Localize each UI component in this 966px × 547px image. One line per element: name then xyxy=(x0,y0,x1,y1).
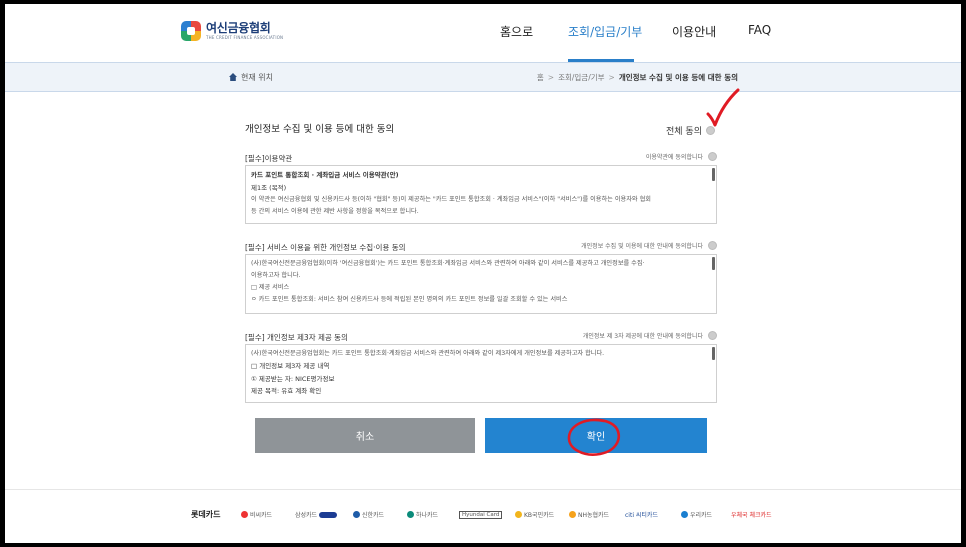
third-party-section-title: [필수] 개인정보 제3자 제공 동의 xyxy=(245,333,348,342)
current-location-label: 현재 위치 xyxy=(241,73,273,82)
kb-card-logo[interactable]: KB국민카드 xyxy=(515,510,569,519)
site-logo[interactable]: 여신금융협회 THE CREDIT FINANCE ASSOCIATION xyxy=(181,21,283,41)
terms-line: ㅇ 카드 포인트 통합조회: 서비스 참여 신용카드사 등에 적립된 본인 명의… xyxy=(251,296,568,304)
samsung-card-logo[interactable]: 삼성카드 xyxy=(295,510,353,519)
footer: 롯데카드 비씨카드 삼성카드 신한카드 하나카드 Hyundai Card KB… xyxy=(5,489,961,543)
scrollbar-thumb[interactable] xyxy=(712,257,715,270)
terms-line: □ 개인정보 제3자 제공 내역 xyxy=(251,362,330,371)
bc-card-label: 비씨카드 xyxy=(250,512,273,519)
third-party-agree-label: 개인정보 제 3자 제공에 대한 안내에 동의합니다 xyxy=(582,333,703,340)
nh-card-icon xyxy=(569,511,576,518)
breadcrumb-inquiry[interactable]: 조회/입금/기부 xyxy=(558,73,604,82)
hana-card-logo[interactable]: 하나카드 xyxy=(407,510,459,519)
privacy-collection-section-heading: [필수] 서비스 이용을 위한 개인정보 수집·이용 동의 개인정보 수집 및 … xyxy=(245,241,717,253)
shinhan-card-logo[interactable]: 신한카드 xyxy=(353,510,407,519)
terms-line: 이 약관은 여신금융협회 및 신용카드사 등(이하 "협회" 등)이 제공하는 … xyxy=(251,196,651,204)
privacy-collection-agree-toggle[interactable]: 개인정보 수집 및 이용에 대한 안내에 동의합니다 xyxy=(581,241,717,250)
kb-card-icon xyxy=(515,511,522,518)
post-office-card-label: 우체국 체크카드 xyxy=(731,512,772,519)
scrollbar-thumb[interactable] xyxy=(712,347,715,360)
hyundai-card-label: Hyundai Card xyxy=(459,510,503,519)
logo-english-name: THE CREDIT FINANCE ASSOCIATION xyxy=(206,35,284,40)
shinhan-card-icon xyxy=(353,511,360,518)
home-icon xyxy=(229,73,237,81)
terms-textbox[interactable]: 카드 포인트 통합조회 · 계좌입금 서비스 이용약관(안) 제1조 (목적) … xyxy=(245,165,717,224)
third-party-agree-radio[interactable] xyxy=(708,331,717,340)
samsung-logo-icon xyxy=(319,511,338,518)
terms-section-title: [필수]이용약관 xyxy=(245,154,293,163)
third-party-agree-toggle[interactable]: 개인정보 제 3자 제공에 대한 안내에 동의합니다 xyxy=(583,331,717,340)
terms-line: □ 제공 서비스 xyxy=(251,284,290,292)
breadcrumb-separator: > xyxy=(608,73,615,82)
breadcrumb: 홈 > 조회/입금/기부 > 개인정보 수집 및 이용 등에 대한 동의 xyxy=(537,72,738,83)
site-header: 여신금융협회 THE CREDIT FINANCE ASSOCIATION 홈으… xyxy=(5,4,961,62)
terms-section-heading: [필수]이용약관 이용약관에 동의합니다 xyxy=(245,152,717,164)
privacy-collection-agree-radio[interactable] xyxy=(708,241,717,250)
nh-card-label: NH농협카드 xyxy=(578,512,610,519)
terms-line: 제공 목적: 유효 계좌 확인 xyxy=(251,387,322,396)
citi-card-label: citi 씨티카드 xyxy=(625,512,658,519)
logo-name: 여신금융협회 xyxy=(206,21,271,35)
bc-card-icon xyxy=(241,511,248,518)
shinhan-card-label: 신한카드 xyxy=(362,512,385,519)
bc-card-logo[interactable]: 비씨카드 xyxy=(241,510,295,519)
terms-agree-toggle[interactable]: 이용약관에 동의합니다 xyxy=(646,152,717,161)
card-company-logos: 롯데카드 비씨카드 삼성카드 신한카드 하나카드 Hyundai Card KB… xyxy=(191,509,772,520)
third-party-textbox[interactable]: (사)한국여신전문금융업협회는 카드 포인트 통합조회·계좌입금 서비스와 관련… xyxy=(245,344,717,403)
woori-card-logo[interactable]: 우리카드 xyxy=(681,510,731,519)
browser-page: 여신금융협회 THE CREDIT FINANCE ASSOCIATION 홈으… xyxy=(5,4,961,543)
nav-faq[interactable]: FAQ xyxy=(748,23,771,37)
woori-card-icon xyxy=(681,511,688,518)
breadcrumb-home[interactable]: 홈 xyxy=(537,73,544,82)
nav-home[interactable]: 홈으로 xyxy=(500,23,533,40)
terms-line: ① 제공받는 자: NICE평가정보 xyxy=(251,374,335,383)
nav-guide[interactable]: 이용안내 xyxy=(672,23,716,40)
woori-card-label: 우리카드 xyxy=(690,512,713,519)
cancel-button[interactable]: 취소 xyxy=(255,418,475,453)
circle-annotation-icon xyxy=(567,418,620,456)
nav-inquiry-deposit-donation[interactable]: 조회/입금/기부 xyxy=(568,23,642,40)
samsung-card-label: 삼성카드 xyxy=(295,512,318,519)
all-agree-label: 전체 동의 xyxy=(666,127,702,137)
terms-agree-radio[interactable] xyxy=(708,152,717,161)
hana-card-icon xyxy=(407,511,414,518)
privacy-collection-section-title: [필수] 서비스 이용을 위한 개인정보 수집·이용 동의 xyxy=(245,243,406,252)
breadcrumb-current: 개인정보 수집 및 이용 등에 대한 동의 xyxy=(618,73,738,82)
terms-agree-label: 이용약관에 동의합니다 xyxy=(645,154,703,161)
logo-icon xyxy=(181,21,201,41)
citi-card-logo[interactable]: citi 씨티카드 xyxy=(625,510,681,519)
location-bar: 현재 위치 홈 > 조회/입금/기부 > 개인정보 수집 및 이용 등에 대한 동의 xyxy=(5,62,961,92)
breadcrumb-separator: > xyxy=(547,73,555,82)
terms-line: 등 간의 서비스 이용에 관한 제반 사항을 정함을 목적으로 합니다. xyxy=(251,208,419,216)
page-title: 개인정보 수집 및 이용 등에 대한 동의 xyxy=(245,124,395,135)
hyundai-card-logo[interactable]: Hyundai Card xyxy=(459,510,515,519)
kb-card-label: KB국민카드 xyxy=(524,512,555,519)
third-party-section-heading: [필수] 개인정보 제3자 제공 동의 개인정보 제 3자 제공에 대한 안내에… xyxy=(245,331,717,343)
nh-card-logo[interactable]: NH농협카드 xyxy=(569,510,625,519)
terms-line: (사)한국여신전문금융업협회는 카드 포인트 통합조회·계좌입금 서비스와 관련… xyxy=(251,350,605,357)
post-office-card-logo[interactable]: 우체국 체크카드 xyxy=(731,510,772,519)
checkmark-annotation-icon xyxy=(706,88,740,127)
lotte-card-logo[interactable]: 롯데카드 xyxy=(191,509,241,520)
privacy-collection-textbox[interactable]: (사)한국여신전문금융업협회(이하 '여신금융협회')는 카드 포인트 통합조회… xyxy=(245,254,717,314)
hana-card-label: 하나카드 xyxy=(416,512,439,519)
privacy-collection-agree-label: 개인정보 수집 및 이용에 대한 안내에 동의합니다 xyxy=(581,243,703,250)
scrollbar-thumb[interactable] xyxy=(712,168,715,181)
terms-line: 카드 포인트 통합조회 · 계좌입금 서비스 이용약관(안) xyxy=(251,171,399,179)
terms-line: 제1조 (목적) xyxy=(251,183,287,192)
terms-line: 이용하고자 합니다. xyxy=(251,272,301,280)
terms-line: (사)한국여신전문금융업협회(이하 '여신금융협회')는 카드 포인트 통합조회… xyxy=(251,260,645,267)
